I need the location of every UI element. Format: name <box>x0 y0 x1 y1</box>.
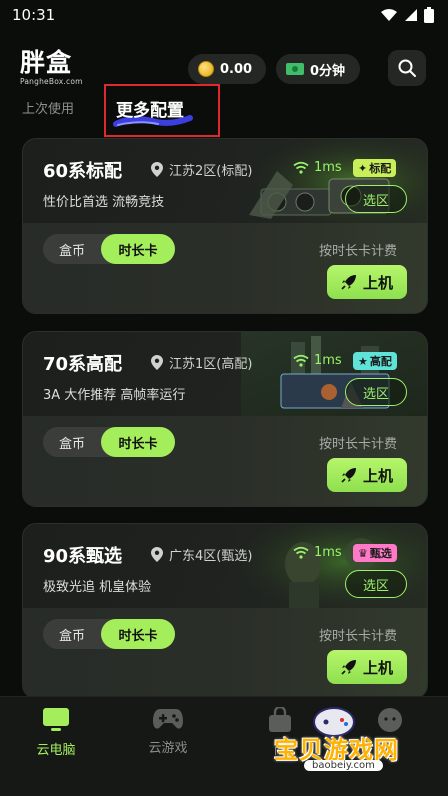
toggle-time-card-option[interactable]: 时长卡 <box>101 234 175 264</box>
coin-balance-pill[interactable]: 0.00 <box>188 54 266 84</box>
billing-mode: 按时长卡计费 <box>319 244 398 259</box>
launch-label: 上机 <box>362 273 393 292</box>
watermark: 宝贝游戏网 baobeiy.com <box>268 700 436 780</box>
latency-value: 1ms <box>314 353 342 368</box>
tab-more-config[interactable]: 更多配置 <box>104 84 220 137</box>
search-icon <box>398 59 416 77</box>
toggle-coin-option[interactable]: 盒币 <box>43 619 101 649</box>
card-header: 90系甄选 广东4区(甄选) 极致光追 机皇体验 1ms ♛ 甄选 选区 <box>23 524 427 608</box>
status-icons <box>380 7 434 23</box>
billing-mode: 按时长卡计费 <box>319 629 398 644</box>
card-region: 江苏1区(高配) <box>151 353 252 372</box>
card-header: 70系高配 江苏1区(高配) 3A 大作推荐 高帧率运行 1ms ★ 高配 选区 <box>23 332 427 416</box>
search-button[interactable] <box>388 50 426 86</box>
star-icon: ✦ <box>358 161 368 175</box>
card-footer: 盒币 时长卡 按时长卡计费 上机 <box>23 223 427 313</box>
tier-badge-label: 甄选 <box>369 547 392 560</box>
select-region-button[interactable]: 选区 <box>345 570 407 598</box>
card-description: 3A 大作推荐 高帧率运行 <box>43 388 186 403</box>
crown-icon: ♛ <box>358 546 368 560</box>
nav-cloud-games-label: 云游戏 <box>148 741 188 756</box>
location-pin-icon <box>151 355 163 370</box>
card-region: 广东4区(甄选) <box>151 545 252 564</box>
latency-value: 1ms <box>314 545 342 560</box>
card-footer: 盒币 时长卡 按时长卡计费 上机 <box>23 608 427 698</box>
tier-badge: ✦ 标配 <box>353 159 397 177</box>
payment-toggle[interactable]: 盒币 时长卡 <box>43 234 175 264</box>
select-region-button[interactable]: 选区 <box>345 378 407 406</box>
coin-balance: 0.00 <box>220 61 253 77</box>
nav-cloud-pc[interactable]: 云电脑 <box>16 707 96 758</box>
latency-indicator: 1ms <box>293 353 342 368</box>
wifi-icon <box>381 9 397 21</box>
watermark-url: baobeiy.com <box>304 760 383 771</box>
tab-recent[interactable]: 上次使用 <box>22 98 74 117</box>
status-time: 10:31 <box>12 6 56 24</box>
card-title: 70系高配 <box>43 354 123 375</box>
battery-icon <box>424 7 434 23</box>
billing-mode: 按时长卡计费 <box>319 437 398 452</box>
location-pin-icon <box>151 162 163 177</box>
tier-badge-label: 标配 <box>369 162 392 175</box>
config-card-70[interactable]: 70系高配 江苏1区(高配) 3A 大作推荐 高帧率运行 1ms ★ 高配 选区… <box>22 331 428 507</box>
launch-label: 上机 <box>362 658 393 677</box>
star-icon: ★ <box>358 354 368 368</box>
tab-more-config-label: 更多配置 <box>116 101 184 121</box>
coin-icon <box>198 61 214 77</box>
launch-label: 上机 <box>362 466 393 485</box>
card-title: 90系甄选 <box>43 546 123 567</box>
card-description: 性价比首选 流畅竞技 <box>43 195 165 210</box>
location-pin-icon <box>151 547 163 562</box>
config-card-90[interactable]: 90系甄选 广东4区(甄选) 极致光追 机皇体验 1ms ♛ 甄选 选区 盒币 … <box>22 523 428 699</box>
logo-subtext: PangheBox.com <box>20 77 83 86</box>
launch-button[interactable]: 上机 <box>327 265 407 299</box>
payment-toggle[interactable]: 盒币 时长卡 <box>43 427 175 457</box>
monitor-icon <box>43 708 69 731</box>
launch-button[interactable]: 上机 <box>327 650 407 684</box>
wifi-signal-icon <box>293 354 309 367</box>
card-region: 江苏2区(标配) <box>151 160 252 179</box>
card-region-label: 江苏2区(标配) <box>169 164 253 179</box>
tier-badge: ♛ 甄选 <box>353 544 397 562</box>
payment-toggle[interactable]: 盒币 时长卡 <box>43 619 175 649</box>
logo-text: 胖盒 <box>20 48 73 77</box>
card-description: 极致光追 机皇体验 <box>43 580 152 595</box>
app-header: 胖盒 PangheBox.com 0.00 0分钟 <box>0 46 448 92</box>
latency-value: 1ms <box>314 160 342 175</box>
card-header: 60系标配 江苏2区(标配) 性价比首选 流畅竞技 1ms ✦ 标配 选区 <box>23 139 427 223</box>
toggle-time-card-option[interactable]: 时长卡 <box>101 427 175 457</box>
rocket-icon <box>341 468 356 483</box>
rocket-icon <box>341 660 356 675</box>
card-region-label: 广东4区(甄选) <box>169 549 253 564</box>
toggle-coin-option[interactable]: 盒币 <box>43 234 101 264</box>
nav-cloud-pc-label: 云电脑 <box>36 743 76 758</box>
time-balance: 0分钟 <box>310 63 346 79</box>
wifi-signal-icon <box>293 546 309 559</box>
select-region-button[interactable]: 选区 <box>345 185 407 213</box>
tier-badge: ★ 高配 <box>353 352 397 370</box>
status-bar: 10:31 <box>0 0 448 30</box>
config-card-60[interactable]: 60系标配 江苏2区(标配) 性价比首选 流畅竞技 1ms ✦ 标配 选区 盒币… <box>22 138 428 314</box>
launch-button[interactable]: 上机 <box>327 458 407 492</box>
card-region-label: 江苏1区(高配) <box>169 357 253 372</box>
latency-indicator: 1ms <box>293 160 342 175</box>
wifi-signal-icon <box>293 161 309 174</box>
toggle-coin-option[interactable]: 盒币 <box>43 427 101 457</box>
app-logo: 胖盒 PangheBox.com <box>20 48 100 87</box>
gamepad-icon <box>153 709 183 729</box>
card-footer: 盒币 时长卡 按时长卡计费 上机 <box>23 416 427 506</box>
signal-icon <box>405 9 417 21</box>
card-title: 60系标配 <box>43 161 123 182</box>
toggle-time-card-option[interactable]: 时长卡 <box>101 619 175 649</box>
cash-icon <box>286 63 304 75</box>
latency-indicator: 1ms <box>293 545 342 560</box>
nav-cloud-games[interactable]: 云游戏 <box>128 707 208 756</box>
tier-badge-label: 高配 <box>369 355 392 368</box>
rocket-icon <box>341 275 356 290</box>
time-balance-pill[interactable]: 0分钟 <box>276 54 360 84</box>
